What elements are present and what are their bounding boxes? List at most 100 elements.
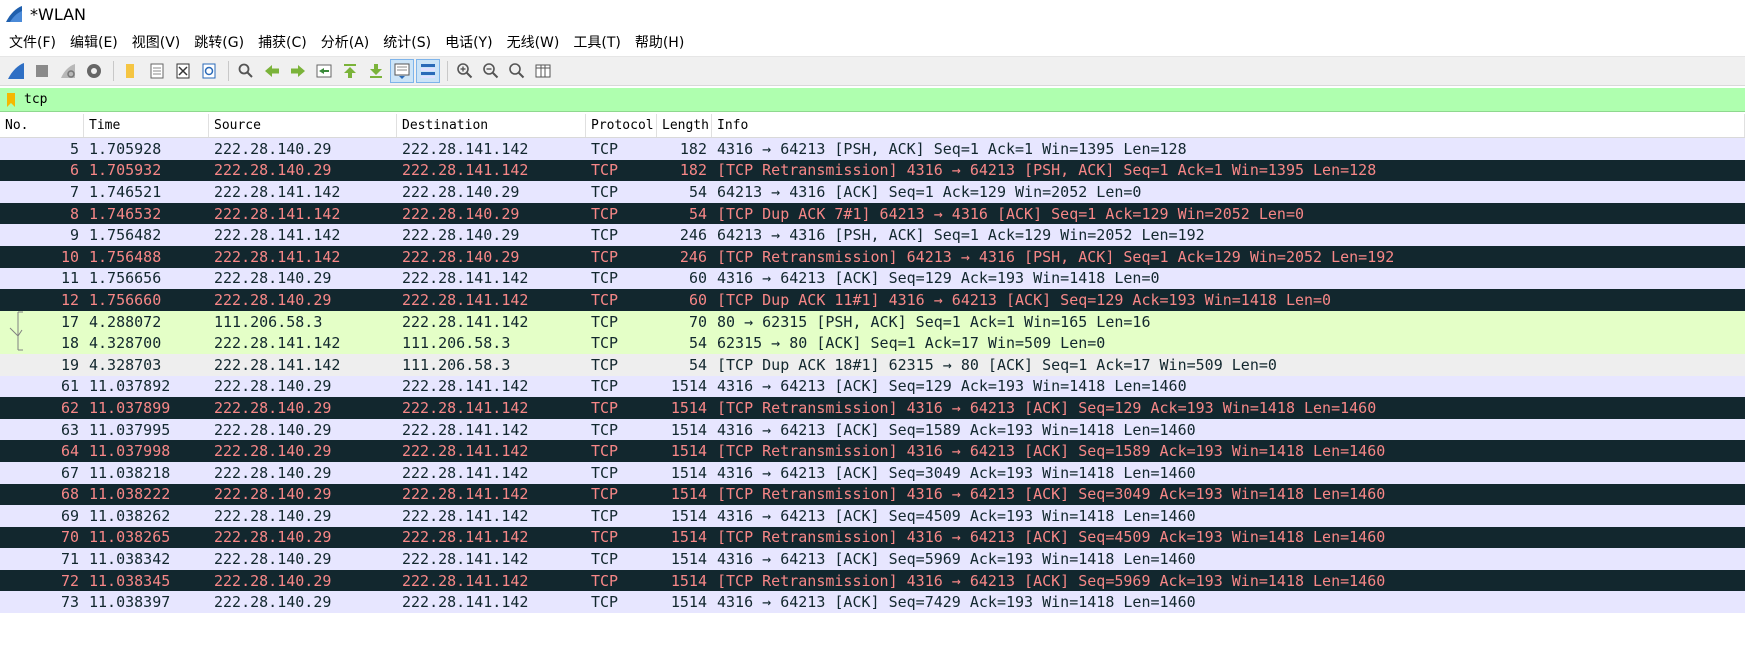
packet-info: 62315 → 80 [ACK] Seq=1 Ack=17 Win=509 Le… (717, 334, 1106, 353)
menu-tools[interactable]: 工具(T) (566, 29, 627, 55)
packet-destination: 222.28.141.142 (402, 571, 529, 590)
find-packet-icon[interactable] (234, 59, 258, 83)
packet-protocol: TCP (591, 226, 619, 245)
packet-length: 182 (679, 161, 707, 180)
column-header-info[interactable]: Info (712, 114, 1745, 137)
go-to-packet-icon[interactable] (312, 59, 336, 83)
packet-source: 111.206.58.3 (214, 312, 323, 331)
go-last-icon[interactable] (364, 59, 388, 83)
packet-protocol: TCP (591, 398, 619, 417)
table-row[interactable]: 17 4.288072 111.206.58.3 222.28.141.142 TCP 7… (0, 310, 1745, 333)
menu-wireless[interactable]: 无线(W) (500, 29, 567, 55)
column-header-no[interactable]: No. (0, 114, 84, 137)
packet-time: 11.038262 (89, 506, 171, 525)
shark-fin-start-icon[interactable] (4, 59, 28, 83)
packet-destination: 222.28.141.142 (402, 506, 529, 525)
stop-square-icon[interactable] (30, 59, 54, 83)
go-forward-arrow-icon[interactable] (286, 59, 310, 83)
packet-info: [TCP Dup ACK 11#1] 4316 → 64213 [ACK] Se… (717, 290, 1332, 309)
menu-analyze[interactable]: 分析(A) (314, 29, 377, 55)
table-row[interactable]: 61 11.037892 222.28.140.29 222.28.141.142 TC… (0, 375, 1745, 398)
resize-columns-icon[interactable] (531, 59, 555, 83)
packet-no: 62 (60, 398, 79, 417)
menu-bar: 文件(F) 编辑(E) 视图(V) 跳转(G) 捕获(C) 分析(A) 统计(S… (0, 28, 1745, 56)
table-row[interactable]: 9 1.756482 222.28.141.142 222.28.140.29 TCP 2… (0, 224, 1745, 246)
packet-info: 4316 → 64213 [ACK] Seq=1589 Ack=193 Win=… (717, 420, 1196, 439)
packet-no: 9 (69, 226, 79, 245)
column-header-destination[interactable]: Destination (397, 114, 586, 137)
packet-protocol: TCP (591, 463, 619, 482)
display-filter-input[interactable] (22, 88, 1745, 111)
table-row[interactable]: 6 1.705932 222.28.140.29 222.28.141.142 TCP 1… (0, 159, 1745, 182)
packet-source: 222.28.140.29 (214, 139, 332, 158)
filter-bookmark-icon[interactable] (0, 89, 22, 111)
packet-no: 69 (60, 506, 79, 525)
table-row[interactable]: 68 11.038222 222.28.140.29 222.28.141.142 TC… (0, 483, 1745, 506)
restart-icon[interactable] (56, 59, 80, 83)
open-folder-icon[interactable] (119, 59, 143, 83)
table-row[interactable]: 72 11.038345 222.28.140.29 222.28.141.142 TC… (0, 569, 1745, 592)
zoom-out-icon[interactable] (479, 59, 503, 83)
capture-options-gear-icon[interactable] (82, 59, 106, 83)
packet-source: 222.28.140.29 (214, 485, 332, 504)
packet-no: 61 (60, 377, 79, 396)
column-header-source[interactable]: Source (209, 114, 397, 137)
table-row[interactable]: 7 1.746521 222.28.141.142 222.28.140.29 TCP 5… (0, 181, 1745, 203)
packet-info: 64213 → 4316 [ACK] Seq=1 Ack=129 Win=205… (717, 182, 1142, 201)
packet-time: 11.037892 (89, 377, 171, 396)
packet-info: 4316 → 64213 [ACK] Seq=5969 Ack=193 Win=… (717, 550, 1196, 569)
packet-time: 4.288072 (89, 312, 162, 331)
table-row[interactable]: 12 1.756660 222.28.140.29 222.28.141.142 TCP… (0, 289, 1745, 311)
packet-time: 11.038265 (89, 528, 171, 547)
table-row[interactable]: 5 1.705928 222.28.140.29 222.28.141.142 TCP 1… (0, 138, 1745, 160)
table-row[interactable]: 10 1.756488 222.28.141.142 222.28.140.29 TCP… (0, 245, 1745, 268)
menu-telephony[interactable]: 电话(Y) (438, 29, 499, 55)
colorize-icon[interactable] (416, 59, 440, 83)
menu-edit[interactable]: 编辑(E) (63, 29, 125, 55)
packet-info: 4316 → 64213 [ACK] Seq=4509 Ack=193 Win=… (717, 506, 1196, 525)
go-back-arrow-icon[interactable] (260, 59, 284, 83)
go-first-icon[interactable] (338, 59, 362, 83)
column-header-length[interactable]: Length (657, 114, 712, 137)
packet-protocol: TCP (591, 420, 619, 439)
reload-icon[interactable] (197, 59, 221, 83)
table-row[interactable]: 8 1.746532 222.28.141.142 222.28.140.29 TCP 5… (0, 202, 1745, 225)
table-row[interactable]: 19 4.328703 222.28.141.142 111.206.58.3 TCP 5… (0, 353, 1745, 376)
packet-time: 4.328703 (89, 355, 162, 374)
save-file-icon[interactable] (145, 59, 169, 83)
menu-go[interactable]: 跳转(G) (187, 29, 251, 55)
packet-protocol: TCP (591, 182, 619, 201)
packet-no: 5 (69, 139, 79, 158)
table-row[interactable]: 70 11.038265 222.28.140.29 222.28.141.142 TC… (0, 526, 1745, 549)
menu-view[interactable]: 视图(V) (125, 29, 188, 55)
menu-capture[interactable]: 捕获(C) (251, 29, 314, 55)
table-row[interactable]: 11 1.756656 222.28.140.29 222.28.141.142 TCP… (0, 267, 1745, 290)
menu-statistics[interactable]: 统计(S) (376, 29, 438, 55)
column-header-time[interactable]: Time (84, 114, 209, 137)
table-row[interactable]: 71 11.038342 222.28.140.29 222.28.141.142 TC… (0, 548, 1745, 570)
packet-length: 1514 (670, 420, 707, 439)
packet-no: 18 (60, 334, 79, 353)
packet-protocol: TCP (591, 506, 619, 525)
packet-destination: 222.28.141.142 (402, 463, 529, 482)
menu-help[interactable]: 帮助(H) (628, 29, 691, 55)
packet-source: 222.28.141.142 (214, 355, 341, 374)
column-header-protocol[interactable]: Protocol (586, 114, 657, 137)
table-row[interactable]: 69 11.038262 222.28.140.29 222.28.141.142 TC… (0, 505, 1745, 527)
zoom-in-icon[interactable] (453, 59, 477, 83)
table-row[interactable]: 67 11.038218 222.28.140.29 222.28.141.142 TC… (0, 461, 1745, 484)
packet-list[interactable]: No. Time Source Destination Protocol Len… (0, 114, 1745, 614)
packet-length: 1514 (670, 377, 707, 396)
packet-time: 1.746521 (89, 182, 162, 201)
close-file-icon[interactable] (171, 59, 195, 83)
table-row[interactable]: 18 4.328700 222.28.141.142 111.206.58.3 TCP 5… (0, 332, 1745, 354)
packet-length: 182 (679, 139, 707, 158)
table-row[interactable]: 64 11.037998 222.28.140.29 222.28.141.142 TC… (0, 440, 1745, 462)
menu-file[interactable]: 文件(F) (2, 29, 63, 55)
zoom-normal-icon[interactable] (505, 59, 529, 83)
table-row[interactable]: 73 11.038397 222.28.140.29 222.28.141.142 TC… (0, 591, 1745, 614)
autoscroll-icon[interactable] (390, 59, 414, 83)
table-row[interactable]: 63 11.037995 222.28.140.29 222.28.141.142 TC… (0, 418, 1745, 441)
packet-info: [TCP Retransmission] 4316 → 64213 [ACK] … (717, 528, 1386, 547)
table-row[interactable]: 62 11.037899 222.28.140.29 222.28.141.142 TC… (0, 397, 1745, 419)
